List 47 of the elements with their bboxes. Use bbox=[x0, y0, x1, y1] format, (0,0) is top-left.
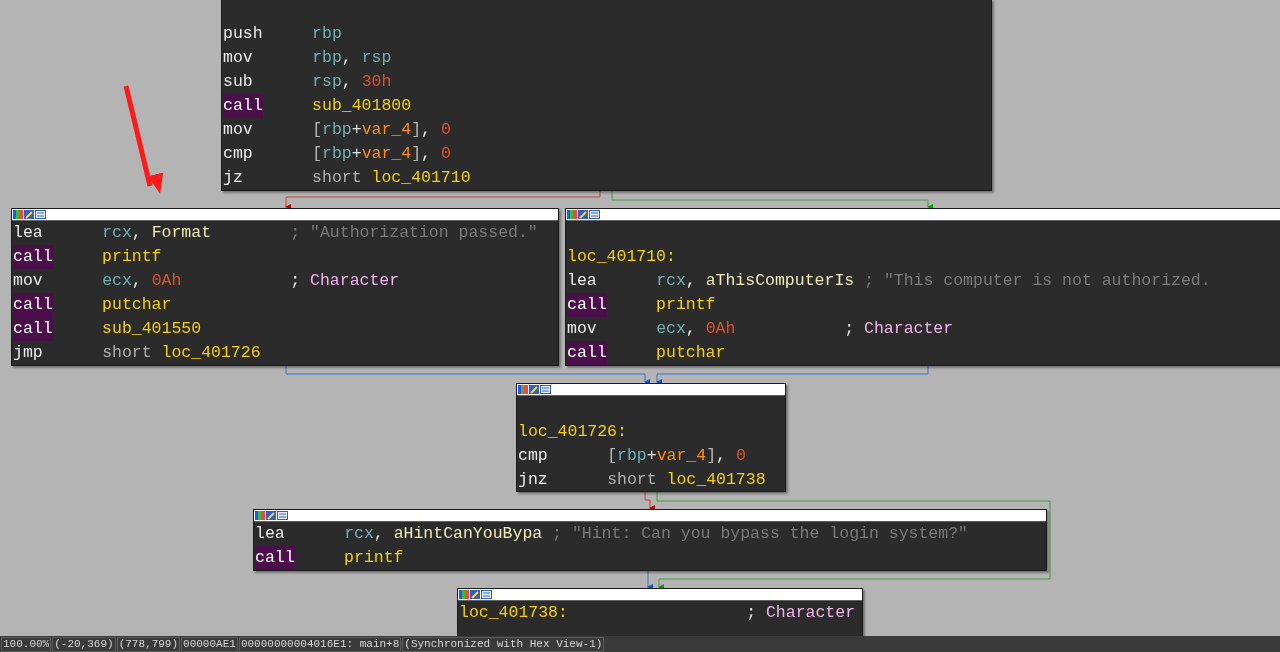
palette-icon bbox=[567, 210, 577, 219]
graph-icon bbox=[481, 590, 492, 599]
assembly-line: call putchar bbox=[13, 293, 291, 317]
graph-icon bbox=[35, 210, 46, 219]
assembly-line: call putchar bbox=[567, 341, 845, 365]
assembly-line: lea rcx, aThisComputerIs ; "This computer is not authorized. bbox=[567, 270, 1211, 292]
assembly-line: jz short loc_401710 bbox=[223, 167, 472, 189]
graph-icon bbox=[540, 385, 551, 394]
assembly-line: mov [rbp+var_4], 0 bbox=[223, 119, 452, 141]
status-field: (778,799) bbox=[116, 636, 181, 652]
assembly-line: call printf bbox=[567, 293, 845, 317]
assembly-line: mov ecx, 0Ah ; Character bbox=[13, 270, 400, 292]
pencil-icon bbox=[470, 590, 480, 599]
graph-icon bbox=[277, 511, 288, 520]
assembly-line: lea rcx, Format ; "Authorization passed." bbox=[13, 222, 538, 244]
assembly-line: jnz short loc_401738 bbox=[518, 469, 767, 491]
pencil-icon bbox=[529, 385, 539, 394]
code-label: loc_401738: bbox=[459, 602, 568, 624]
status-field: (Synchronized with Hex View-1) bbox=[402, 636, 605, 652]
assembly-line: call printf bbox=[255, 546, 533, 570]
pencil-icon bbox=[578, 210, 588, 219]
assembly-line: mov rbp, rsp bbox=[223, 47, 393, 69]
assembly-line: cmp [rbp+var_4], 0 bbox=[223, 143, 452, 165]
palette-icon bbox=[13, 210, 23, 219]
status-field: (-20,369) bbox=[52, 636, 116, 652]
palette-icon bbox=[459, 590, 469, 599]
pencil-icon bbox=[266, 511, 276, 520]
code-label: loc_401726: bbox=[518, 421, 627, 443]
flow-arrow bbox=[647, 570, 653, 590]
palette-icon bbox=[255, 511, 265, 520]
assembly-line: lea rcx, aHintCanYouBypa ; "Hint: Can you bypass the login system?" bbox=[255, 523, 968, 545]
pencil-icon bbox=[24, 210, 34, 219]
assembly-line: push rbp bbox=[223, 23, 343, 45]
code-label: loc_401710: bbox=[567, 246, 676, 268]
assembly-line: jmp short loc_401726 bbox=[13, 342, 262, 364]
assembly-line: call sub_401800 bbox=[223, 94, 501, 118]
status-field: 00000AE1 bbox=[181, 636, 238, 652]
status-field: 00000000004016E1: main+8 bbox=[238, 636, 402, 652]
assembly-line: call sub_401550 bbox=[13, 317, 291, 341]
assembly-line: cmp [rbp+var_4], 0 bbox=[518, 445, 747, 467]
assembly-line: sub rsp, 30h bbox=[223, 71, 393, 93]
graph-icon bbox=[589, 210, 600, 219]
assembly-line: mov ecx, 0Ah ; Character bbox=[567, 318, 954, 340]
palette-icon bbox=[518, 385, 528, 394]
code-comment: ; Character bbox=[746, 602, 856, 624]
status-field: 100.00% bbox=[1, 636, 52, 652]
assembly-line: call printf bbox=[13, 245, 291, 269]
